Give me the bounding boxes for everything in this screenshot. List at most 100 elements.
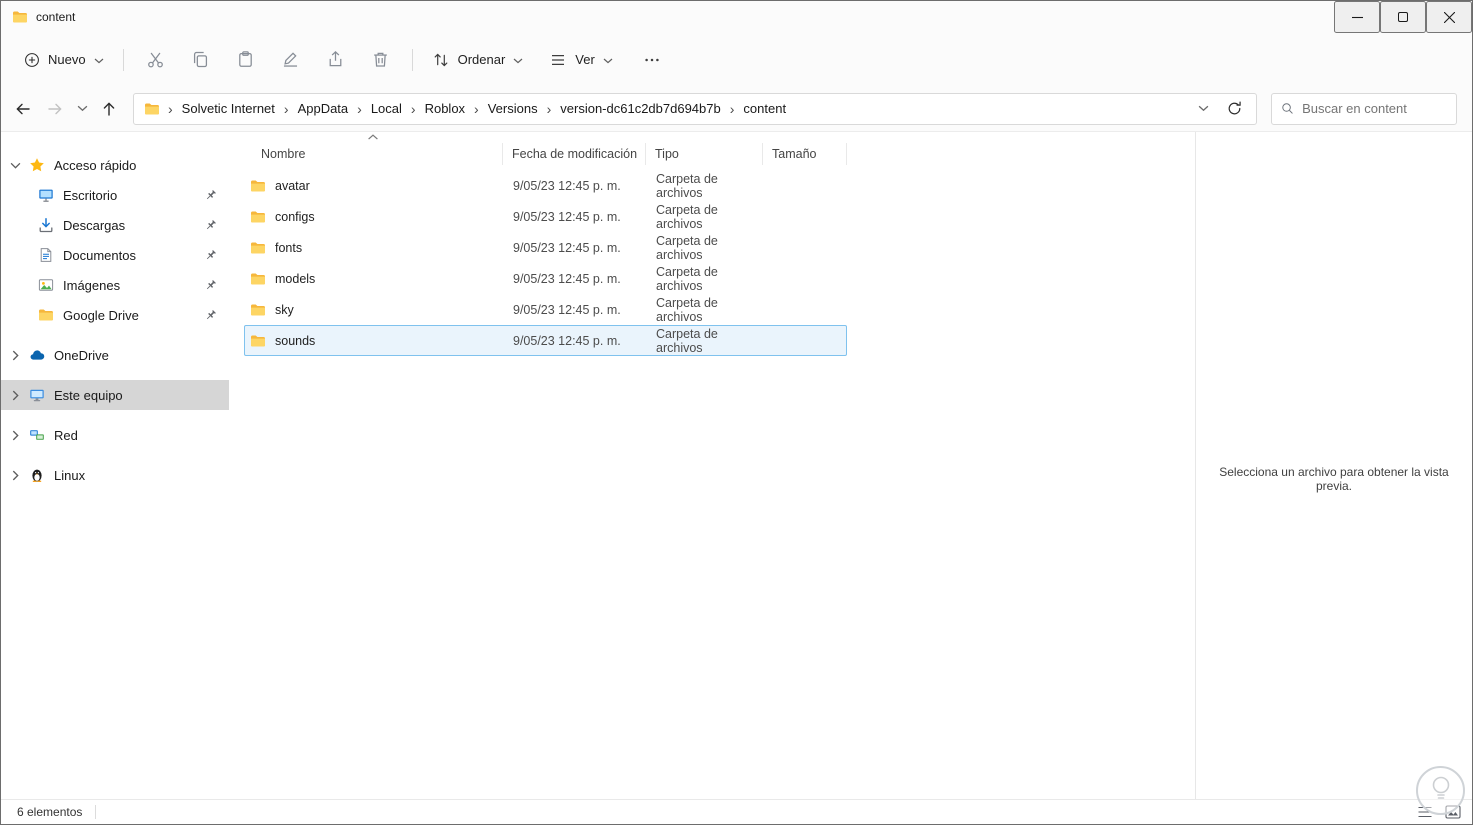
recent-locations-button[interactable]: [71, 93, 93, 125]
chevron-down-icon[interactable]: [1, 162, 29, 169]
sidebar-item-label: Linux: [54, 467, 86, 483]
file-list-pane: Nombre Fecha de modificación Tipo Tamaño av…: [229, 132, 1195, 799]
file-row-fonts[interactable]: fonts 9/05/23 12:45 p. m. Carpeta de archi…: [244, 232, 847, 263]
status-bar: 6 elementos: [1, 799, 1472, 824]
chevron-right-icon[interactable]: [1, 470, 29, 481]
breadcrumb-item-solvetic-internet[interactable]: Solvetic Internet: [181, 99, 276, 118]
column-header-nombre[interactable]: Nombre: [244, 134, 503, 165]
file-type: Carpeta de archivos: [656, 295, 718, 324]
breadcrumb-separator: ›: [410, 100, 416, 117]
file-row-sounds[interactable]: sounds 9/05/23 12:45 p. m. Carpeta de arch…: [244, 325, 847, 356]
sidebar-item-label: Imágenes: [63, 277, 121, 293]
delete-button[interactable]: [358, 42, 403, 77]
pictures-icon: [38, 277, 54, 293]
breadcrumb-separator: ›: [546, 100, 552, 117]
address-dropdown-button[interactable]: [1192, 94, 1214, 124]
chevron-right-icon[interactable]: [1, 350, 29, 361]
chevron-right-icon[interactable]: [1, 390, 29, 401]
sort-icon: [432, 51, 450, 69]
minimize-button[interactable]: [1334, 1, 1380, 33]
delete-icon: [371, 50, 390, 69]
breadcrumb-item-version-dc61c2db7d694b7b[interactable]: version-dc61c2db7d694b7b: [559, 99, 721, 118]
close-button[interactable]: [1426, 1, 1472, 33]
breadcrumb-item-versions[interactable]: Versions: [487, 99, 539, 118]
sort-button[interactable]: Ordenar: [422, 43, 534, 77]
new-button-label: Nuevo: [48, 52, 86, 67]
sidebar-item-acceso-rapido[interactable]: Acceso rápido: [1, 150, 229, 180]
file-type: Carpeta de archivos: [656, 202, 718, 231]
file-modified: 9/05/23 12:45 p. m.: [513, 302, 621, 317]
file-name: models: [275, 271, 316, 286]
column-header-tipo[interactable]: Tipo: [646, 143, 763, 165]
copy-icon: [191, 50, 210, 69]
file-row-avatar[interactable]: avatar 9/05/23 12:45 p. m. Carpeta de arch…: [244, 170, 847, 201]
rename-button[interactable]: [268, 42, 313, 77]
command-toolbar: Nuevo Ordenar Ver: [1, 33, 1472, 86]
sidebar-item-onedrive[interactable]: OneDrive: [1, 340, 229, 370]
file-type: Carpeta de archivos: [656, 233, 718, 262]
breadcrumb-item-roblox[interactable]: Roblox: [424, 99, 466, 118]
chevron-right-icon[interactable]: [1, 430, 29, 441]
share-button[interactable]: [313, 42, 358, 77]
column-header-label: Fecha de modificación: [512, 147, 638, 161]
file-row-configs[interactable]: configs 9/05/23 12:45 p. m. Carpeta de arc…: [244, 201, 847, 232]
breadcrumb-item-content[interactable]: content: [742, 99, 787, 118]
sort-button-label: Ordenar: [457, 52, 506, 67]
breadcrumb-item-appdata[interactable]: AppData: [297, 99, 350, 118]
sidebar-item-red[interactable]: Red: [1, 420, 229, 450]
folder-icon: [250, 178, 266, 194]
cut-icon: [146, 50, 165, 69]
chevron-down-icon: [603, 52, 613, 67]
file-name: configs: [275, 209, 315, 224]
explorer-window: content Nuevo Ordenar Ver › Solvetic Int…: [0, 0, 1473, 825]
search-input[interactable]: [1302, 101, 1447, 116]
file-row-models[interactable]: models 9/05/23 12:45 p. m. Carpeta de arch…: [244, 263, 847, 294]
sidebar-item-label: Documentos: [63, 247, 136, 263]
sidebar-item-google-drive[interactable]: Google Drive: [1, 300, 229, 330]
column-header-tamano[interactable]: Tamaño: [763, 143, 847, 165]
search-icon: [1281, 101, 1294, 116]
pin-icon: [204, 279, 217, 292]
pin-icon: [204, 219, 217, 232]
file-row-sky[interactable]: sky 9/05/23 12:45 p. m. Carpeta de archivo…: [244, 294, 847, 325]
back-button[interactable]: [7, 93, 39, 125]
folder-icon: [144, 101, 160, 117]
file-modified: 9/05/23 12:45 p. m.: [513, 178, 621, 193]
toolbar-separator: [122, 48, 124, 71]
more-options-button[interactable]: [633, 43, 671, 77]
breadcrumb-item-local[interactable]: Local: [370, 99, 403, 118]
rename-icon: [281, 50, 300, 69]
thumbnails-view-button[interactable]: [1442, 803, 1464, 822]
sidebar-item-descargas[interactable]: Descargas: [1, 210, 229, 240]
sidebar-item-label: Descargas: [63, 217, 126, 233]
sidebar-item-este-equipo[interactable]: Este equipo: [1, 380, 229, 410]
sidebar-item-label: Red: [54, 427, 78, 443]
sort-ascending-icon: [368, 134, 379, 140]
view-button[interactable]: Ver: [539, 43, 623, 77]
sidebar-item-escritorio[interactable]: Escritorio: [1, 180, 229, 210]
up-button[interactable]: [93, 93, 125, 125]
forward-button[interactable]: [39, 93, 71, 125]
sidebar-item-documentos[interactable]: Documentos: [1, 240, 229, 270]
breadcrumb[interactable]: › Solvetic Internet › AppData › Local › Roblox ›…: [133, 92, 1257, 125]
pin-icon: [204, 249, 217, 262]
copy-button[interactable]: [178, 42, 223, 77]
column-header-fecha-de-modificacion[interactable]: Fecha de modificación: [503, 143, 646, 165]
paste-button[interactable]: [223, 42, 268, 77]
ellipsis-icon: [643, 51, 661, 69]
pin-icon: [204, 189, 217, 202]
sidebar-item-linux[interactable]: Linux: [1, 460, 229, 490]
view-icon: [549, 51, 567, 69]
file-rows: avatar 9/05/23 12:45 p. m. Carpeta de arch…: [244, 170, 847, 356]
cut-button[interactable]: [133, 42, 178, 77]
file-name: sounds: [275, 333, 316, 348]
breadcrumb-separator: ›: [168, 100, 173, 117]
maximize-button[interactable]: [1380, 1, 1426, 33]
new-button[interactable]: Nuevo: [14, 44, 114, 76]
folder-icon: [250, 240, 266, 256]
refresh-button[interactable]: [1218, 94, 1250, 124]
details-view-button[interactable]: [1414, 803, 1436, 822]
file-name: sky: [275, 302, 294, 317]
chevron-down-icon: [94, 52, 104, 67]
sidebar-item-imagenes[interactable]: Imágenes: [1, 270, 229, 300]
